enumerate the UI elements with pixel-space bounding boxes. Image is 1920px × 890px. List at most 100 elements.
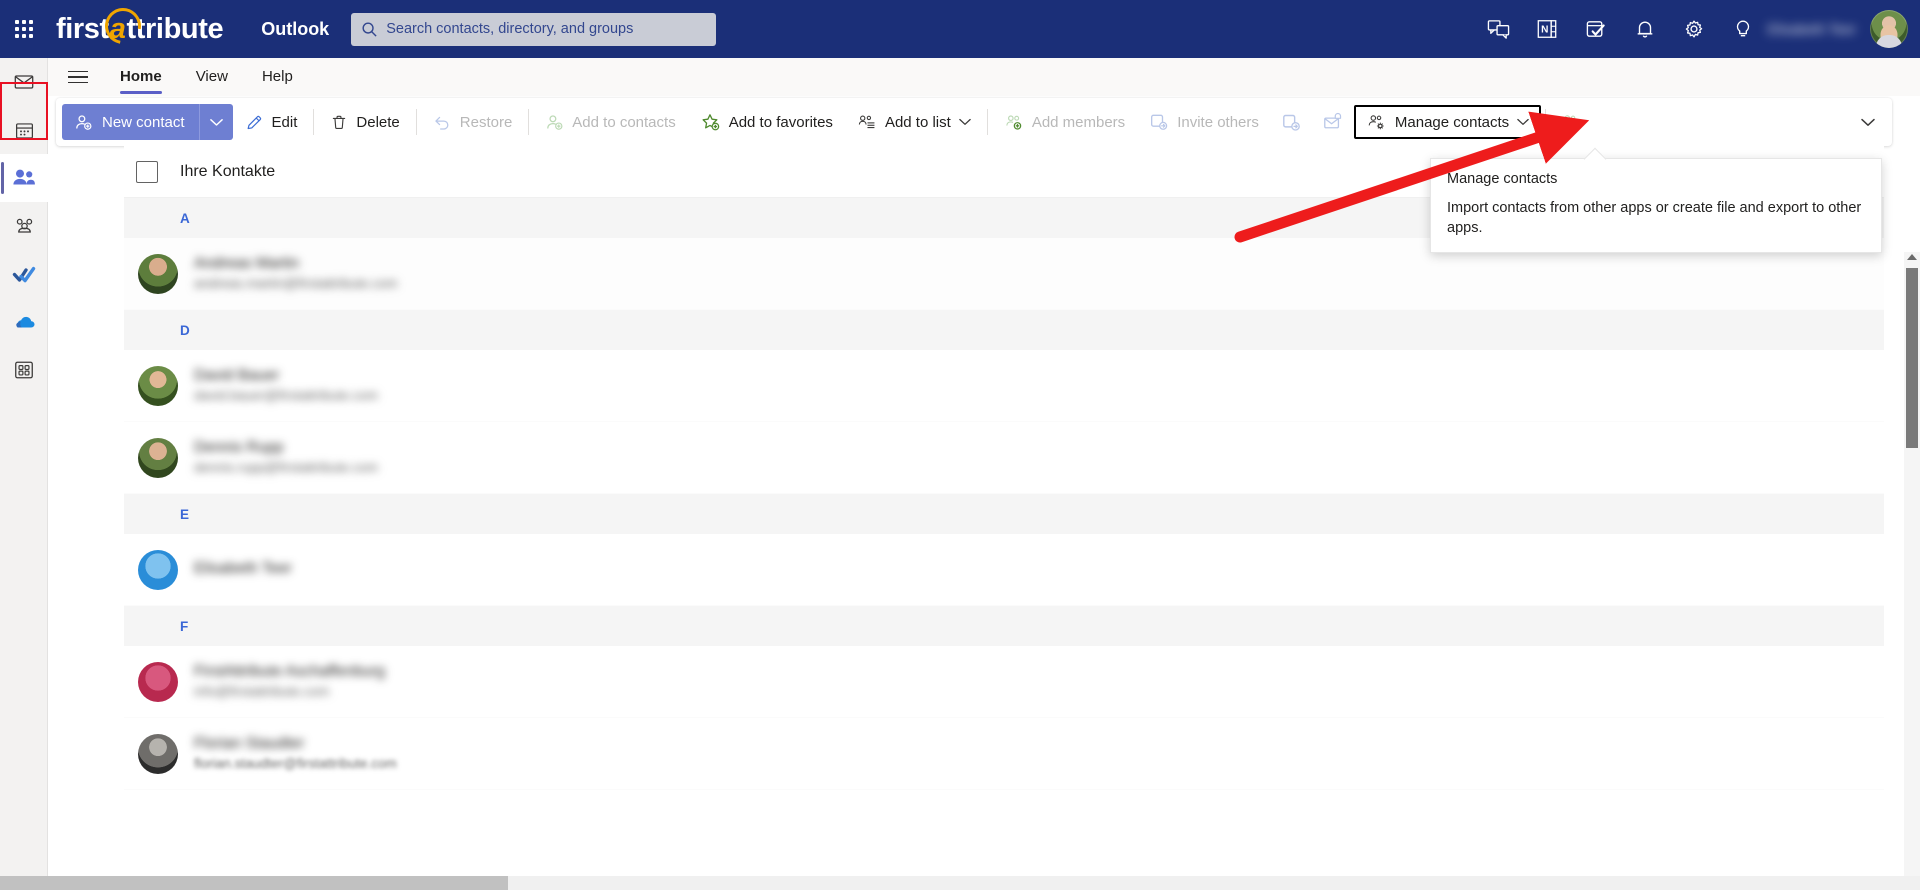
horizontal-scrollbar-thumb[interactable] [0,876,508,890]
contact-name: Andreas Martin [194,254,300,272]
contact-name: David Bauer [194,366,280,384]
contact-text: David Bauer david.bauer@firstattribute.c… [194,366,378,405]
manage-contacts-button[interactable]: Manage contacts [1353,105,1542,139]
toolbar-divider [986,109,988,135]
edit-button[interactable]: Edit [233,103,310,141]
chevron-down-icon [209,118,223,126]
new-contact-label: New contact [102,113,185,131]
undo-icon [435,116,449,130]
delete-button[interactable]: Delete [318,103,411,141]
tab-home[interactable]: Home [106,58,176,96]
avatar [138,733,178,774]
list-item[interactable]: FirstAttribute Aschaffenburg info@firsta… [124,646,1884,718]
sidebar-item-people[interactable] [0,154,48,202]
invite-icon [1151,114,1168,130]
group-header-row[interactable]: E [124,494,1884,534]
add-members-button[interactable]: Add members [992,103,1137,141]
todo-check-icon [12,266,36,283]
restore-label: Restore [459,113,513,131]
tips-lightbulb-icon[interactable] [1719,0,1768,58]
list-item[interactable]: Dennis Rupp dennis.rupp@firstattribute.c… [124,422,1884,494]
page-title: Ihre Kontakte [180,162,276,180]
share-contact-button[interactable] [1271,103,1312,141]
sidebar-item-onedrive[interactable] [0,298,48,346]
chevron-down-icon [959,118,971,125]
group-header-row[interactable]: F [124,606,1884,646]
avatar [138,253,178,294]
restore-button[interactable]: Restore [421,103,525,141]
toolbar-divider [415,109,417,135]
avatar[interactable] [1870,10,1908,48]
add-to-favorites-button[interactable]: Add to favorites [688,103,845,141]
vertical-scrollbar[interactable] [1904,252,1920,890]
sidebar-item-groups[interactable] [0,202,48,250]
toolbar-overflow-button[interactable] [1850,103,1886,141]
horizontal-scrollbar[interactable] [0,876,1920,890]
manage-people-icon [1562,114,1578,130]
sidebar-item-calendar[interactable] [0,106,48,154]
add-members-label: Add members [1031,113,1126,131]
select-all-checkbox[interactable] [136,160,158,183]
new-contact-dropdown-button[interactable] [198,104,233,140]
onenote-icon[interactable]: N [1523,0,1572,58]
invite-others-button[interactable]: Invite others [1137,103,1271,141]
mail-alert-button[interactable] [1312,103,1354,141]
contact-text: Dennis Rupp dennis.rupp@firstattribute.c… [194,438,378,477]
pencil-icon [247,115,261,129]
hamburger-menu-icon[interactable] [56,58,100,96]
tab-help[interactable]: Help [248,58,307,96]
group-header-row[interactable]: D [124,310,1884,350]
contact-email: dennis.rupp@firstattribute.com [194,459,379,475]
settings-gear-icon[interactable] [1670,0,1719,58]
toolbar-divider [528,109,530,135]
vertical-scrollbar-thumb[interactable] [1906,268,1918,448]
manage-contacts-label: Manage contacts [1394,113,1510,131]
manage-contacts-icon [1368,114,1384,129]
sidebar-item-todo[interactable] [0,250,48,298]
add-to-list-button[interactable]: Add to list [845,103,983,141]
contact-email: info@firstattribute.com [194,683,330,699]
header-icon-group: N Elisabeth Teer [1474,0,1920,58]
contact-email: florian.staudter@firstattribute.com [194,755,397,771]
trash-icon [333,115,346,129]
notifications-bell-icon[interactable] [1621,0,1670,58]
manage-people-button[interactable] [1550,103,1591,141]
sidebar-item-mail[interactable] [0,58,48,106]
add-person-icon [547,114,563,130]
search-input[interactable]: Search contacts, directory, and groups [351,12,717,46]
tab-view[interactable]: View [182,58,242,96]
contact-email: david.bauer@firstattribute.com [194,387,379,403]
todo-icon[interactable] [1572,0,1621,58]
tooltip-body: Import contacts from other apps or creat… [1447,200,1862,236]
teams-chat-icon[interactable] [1474,0,1523,58]
add-to-contacts-button[interactable]: Add to contacts [533,103,687,141]
add-to-favorites-label: Add to favorites [728,113,833,131]
onedrive-cloud-icon [15,316,35,328]
new-contact-button[interactable]: New contact [62,104,199,140]
top-header-bar: first a ttribute Outlook Search contacts, … [0,0,1920,58]
list-item[interactable]: Florian Staudter florian.staudter@firsta… [124,718,1884,790]
scroll-up-arrow-icon[interactable] [1907,254,1917,260]
brand-logo[interactable]: first a ttribute [56,13,224,46]
search-placeholder: Search contacts, directory, and groups [386,21,634,37]
contact-name: FirstAttribute Aschaffenburg [194,662,385,680]
list-item[interactable]: David Bauer david.bauer@firstattribute.c… [124,350,1884,422]
contact-name: Elisabeth Teer [194,560,292,578]
groups-icon [16,218,32,233]
contact-text: Elisabeth Teer [194,559,292,580]
avatar [138,549,178,590]
sidebar-item-apps[interactable] [0,346,48,394]
app-launcher-waffle-icon[interactable] [0,0,48,58]
calendar-icon [15,122,33,139]
list-item[interactable]: Elisabeth Teer [124,534,1884,606]
contact-text: Florian Staudter florian.staudter@firsta… [194,734,397,773]
apps-grid-icon [15,361,33,379]
chevron-down-icon [1861,118,1875,126]
svg-text:N: N [1541,25,1548,36]
share-contact-icon [1283,114,1300,131]
add-members-icon [1006,114,1022,130]
new-contact-icon [76,114,92,130]
ribbon-tab-strip: Home View Help [48,58,1920,96]
people-icon [13,169,35,185]
contact-text: FirstAttribute Aschaffenburg info@firsta… [194,662,385,701]
